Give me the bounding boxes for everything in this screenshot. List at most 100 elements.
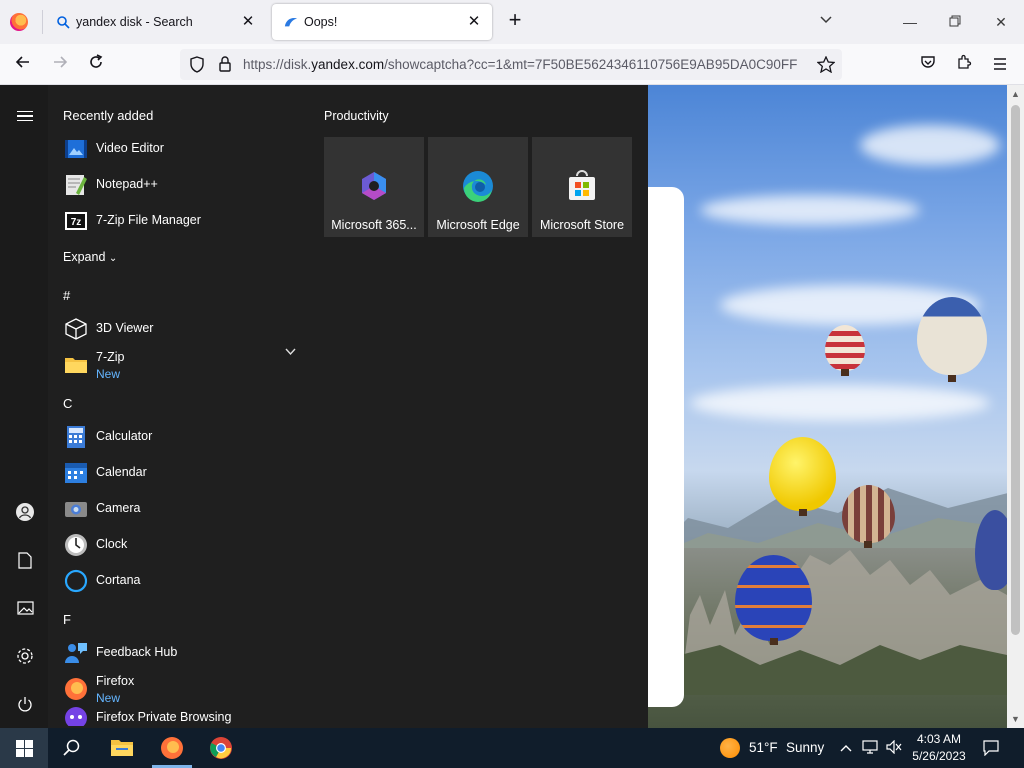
app-feedback-hub[interactable]: Feedback Hub [62,636,302,670]
scrollbar-thumb[interactable] [1011,105,1020,635]
calendar-icon [65,463,87,483]
show-hidden-icons-chevron-icon[interactable] [838,740,854,756]
tile-microsoft-store[interactable]: Microsoft Store [532,137,632,237]
seven-zip-icon: 7z [65,212,87,230]
network-icon[interactable] [862,740,878,756]
reload-button[interactable] [83,52,109,78]
page-scrollbar[interactable]: ▲ ▼ [1007,85,1024,728]
minimize-button[interactable]: — [895,8,925,36]
yandex-disk-icon [284,18,298,27]
tile-microsoft-edge[interactable]: Microsoft Edge [428,137,528,237]
app-name: Video Editor [96,141,164,155]
windows-logo-icon [15,739,33,757]
clock-date[interactable]: 5/26/2023 [910,749,968,763]
clock-time[interactable]: 4:03 AM [913,732,965,746]
start-menu: Recently added Video Editor Notepad++ 7z… [0,85,648,728]
extensions-icon[interactable] [951,52,977,78]
restore-button[interactable] [940,8,970,36]
app-name: Clock [96,537,128,551]
microsoft-365-icon [362,172,386,200]
notepad-plus-plus-icon [66,175,87,195]
weather-condition[interactable]: Sunny [786,740,824,755]
feedback-hub-icon [65,643,87,663]
app-notepad-plus-plus[interactable]: Notepad++ [62,168,302,202]
new-badge: New [96,367,121,381]
new-badge: New [96,691,121,705]
new-tab-button[interactable]: + [504,9,526,32]
search-icon [57,16,70,29]
pocket-icon[interactable] [915,52,941,78]
close-tab-icon[interactable]: ✕ [238,12,258,32]
group-letter-hash[interactable]: # [63,288,70,303]
url-text[interactable]: https://disk.yandex.com/showcaptcha?cc=1… [243,57,808,72]
app-firefox[interactable]: Firefox New [62,672,302,706]
app-camera[interactable]: Camera [62,492,302,526]
tile-label: Microsoft Store [539,218,625,232]
tile-microsoft-365[interactable]: Microsoft 365... [324,137,424,237]
hot-air-balloon [917,297,987,375]
start-button[interactable] [0,728,48,768]
balloon-basket [799,509,807,516]
balloon-basket [948,375,956,382]
firefox-private-icon [65,707,87,726]
cloud [860,125,1000,165]
start-menu-rail [0,85,48,728]
app-video-editor[interactable]: Video Editor [62,132,302,166]
folder-icon [65,358,87,373]
app-clock[interactable]: Clock [62,528,302,562]
tab-oops[interactable]: Oops! ✕ [272,4,492,40]
balloon-basket [841,369,849,376]
forward-button[interactable] [47,52,73,78]
app-7zip-file-manager[interactable]: 7z 7-Zip File Manager [62,204,302,238]
lock-icon[interactable] [218,56,232,72]
bookmark-star-icon[interactable] [817,56,835,73]
scroll-down-icon[interactable]: ▼ [1007,712,1024,726]
weather-temp[interactable]: 51°F [749,740,778,755]
app-cortana[interactable]: Cortana [62,564,302,598]
app-7zip[interactable]: 7-Zip New [62,348,302,382]
app-name: Firefox Private Browsing [96,710,232,724]
list-all-tabs-icon[interactable] [811,8,841,36]
app-calculator[interactable]: Calculator [62,420,302,454]
taskbar-file-explorer[interactable] [98,728,146,768]
tab-bar: yandex disk - Search ✕ Oops! ✕ + — ✕ [0,0,1024,44]
notifications-icon[interactable] [983,740,999,757]
expand-button[interactable]: Expand ⌄ [63,250,117,264]
group-letter-f[interactable]: F [63,612,71,627]
app-name: Camera [96,501,141,515]
back-button[interactable] [10,52,36,78]
svg-text:7z: 7z [71,217,82,228]
app-name: Calculator [96,429,153,443]
documents-icon[interactable] [12,547,38,573]
app-calendar[interactable]: Calendar [62,456,302,490]
hot-air-balloon [769,437,836,511]
pictures-icon[interactable] [12,595,38,621]
taskbar-chrome[interactable] [197,728,245,768]
close-window-button[interactable]: ✕ [986,8,1016,36]
tab-title: Oops! [304,15,338,29]
balloon-basket [770,638,778,645]
app-name: 7-Zip File Manager [96,213,201,227]
group-letter-c[interactable]: C [63,396,72,411]
settings-gear-icon[interactable] [12,643,38,669]
file-explorer-icon [111,740,133,756]
close-tab-icon[interactable]: ✕ [464,12,484,32]
shield-icon[interactable] [189,56,205,73]
sun-icon[interactable] [720,738,740,758]
hamburger-menu-icon[interactable] [12,103,38,129]
app-3d-viewer[interactable]: 3D Viewer [62,312,302,346]
menu-icon[interactable] [987,52,1013,78]
taskbar-firefox[interactable] [148,728,196,768]
address-bar[interactable]: https://disk.yandex.com/showcaptcha?cc=1… [180,49,842,80]
scroll-up-icon[interactable]: ▲ [1007,87,1024,101]
app-name: Notepad++ [96,177,158,191]
app-name: Firefox [96,674,135,688]
app-name: Cortana [96,573,141,587]
search-icon [63,739,80,756]
power-icon[interactable] [12,691,38,717]
volume-muted-icon[interactable] [886,739,902,756]
user-account-icon[interactable] [12,499,38,525]
search-button[interactable] [48,728,96,768]
chevron-down-icon[interactable] [285,347,296,359]
tab-yandex-search[interactable]: yandex disk - Search ✕ [44,4,266,40]
